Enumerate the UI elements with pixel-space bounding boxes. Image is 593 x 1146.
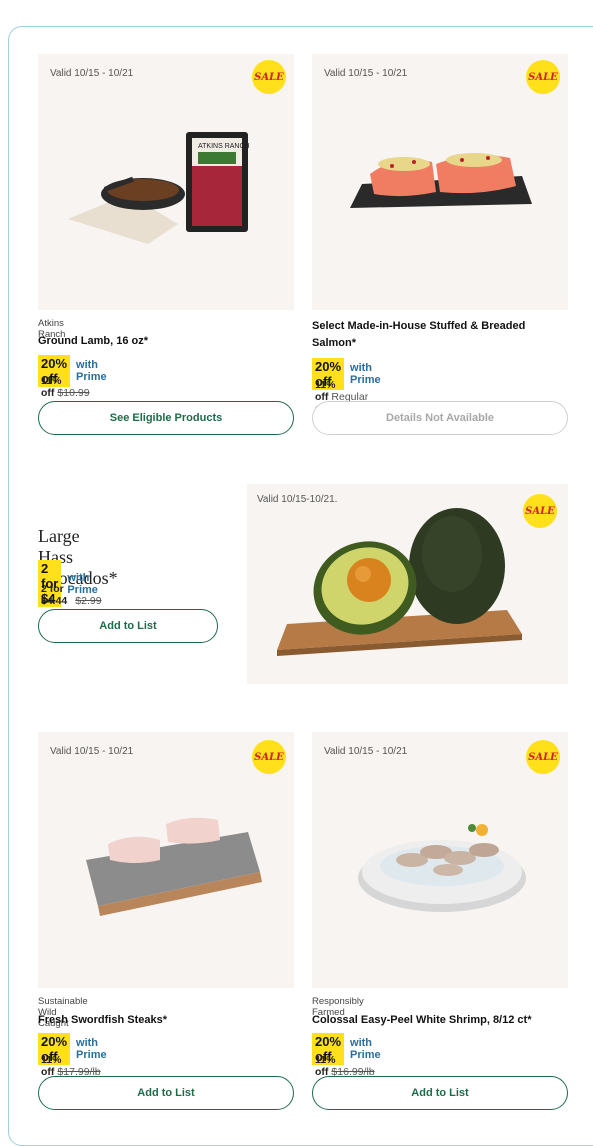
product-image-salmon[interactable]: Valid 10/15 - 10/21 SALE — [312, 54, 568, 310]
regular-discount: 2 for $4.44 $2.99 — [41, 583, 102, 607]
product-title[interactable]: Select Made-in-House Stuffed & Breaded S… — [312, 318, 562, 352]
product-image-shrimp[interactable]: Valid 10/15 - 10/21 SALE — [312, 732, 568, 988]
salmon-on-slate-icon — [350, 153, 532, 208]
add-to-list-button[interactable]: Add to List — [312, 1076, 568, 1110]
swordfish-on-marble-icon — [86, 817, 262, 916]
featured-image-avocados[interactable]: Valid 10/15-10/21. SALE — [247, 484, 568, 684]
regular-discount: 11% off $17.99/lb — [41, 1054, 101, 1078]
shrimp-platter-icon — [358, 824, 526, 912]
regular-deal-text: 2 for $4.44 — [41, 583, 68, 607]
add-to-list-button[interactable]: Add to List — [38, 1076, 294, 1110]
add-to-list-button[interactable]: Add to List — [38, 609, 218, 643]
regular-discount: 11% off $16.99/lb — [315, 1054, 375, 1078]
details-not-available-button[interactable]: Details Not Available — [312, 401, 568, 435]
original-price: $10.99 — [57, 387, 90, 399]
package-label: ATKINS RANCH — [198, 143, 250, 150]
original-price: $2.99 — [75, 595, 102, 607]
product-title[interactable]: Fresh Swordfish Steaks* — [38, 1012, 288, 1029]
product-image-ground-lamb[interactable]: Valid 10/15 - 10/21 SALE ATKINS RANCH — [38, 54, 294, 310]
avocados-on-board-icon — [277, 508, 522, 656]
product-title[interactable]: Colossal Easy-Peel White Shrimp, 8/12 ct… — [312, 1012, 568, 1029]
see-eligible-products-button[interactable]: See Eligible Products — [38, 401, 294, 435]
product-image-swordfish[interactable]: Valid 10/15 - 10/21 SALE — [38, 732, 294, 988]
ground-lamb-package-icon: ATKINS RANCH — [68, 132, 250, 244]
regular-discount: 11% off $10.99 — [41, 375, 90, 399]
product-title[interactable]: Ground Lamb, 16 oz* — [38, 333, 288, 350]
